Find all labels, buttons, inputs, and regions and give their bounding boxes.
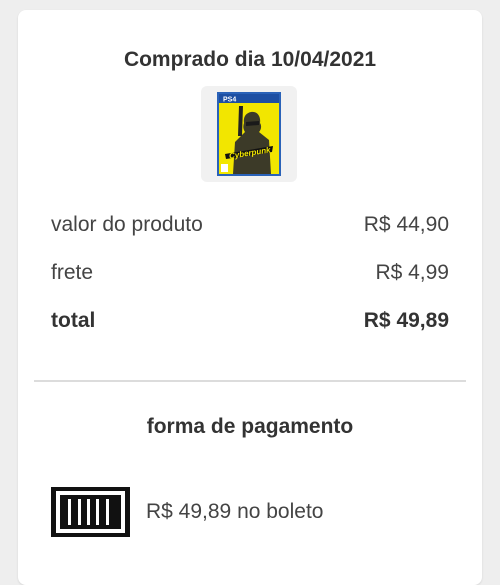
summary-label: valor do produto — [51, 213, 203, 236]
payment-method: R$ 49,89 no boleto — [51, 487, 323, 537]
summary-value: R$ 4,99 — [375, 261, 449, 284]
order-card: Comprado dia 10/04/2021 PS4 Cyberpunk va… — [18, 10, 482, 585]
summary-row-total: total R$ 49,89 — [51, 306, 449, 336]
order-date-title: Comprado dia 10/04/2021 — [123, 48, 377, 71]
payment-description: R$ 49,89 no boleto — [146, 500, 324, 523]
section-divider — [34, 380, 466, 382]
summary-row-shipping: frete R$ 4,99 — [51, 258, 449, 288]
product-thumbnail[interactable]: PS4 Cyberpunk — [201, 86, 297, 182]
summary-label: frete — [51, 261, 94, 284]
summary-row-product-value: valor do produto R$ 44,90 — [51, 210, 449, 240]
product-cover-image: PS4 Cyberpunk — [217, 92, 281, 176]
svg-text:PS4: PS4 — [223, 97, 236, 104]
summary-value: R$ 44,90 — [363, 213, 449, 236]
barcode-icon — [51, 487, 130, 537]
payment-method-title: forma de pagamento — [146, 415, 354, 438]
summary-label: total — [51, 309, 96, 332]
summary-value: R$ 49,89 — [363, 309, 449, 332]
